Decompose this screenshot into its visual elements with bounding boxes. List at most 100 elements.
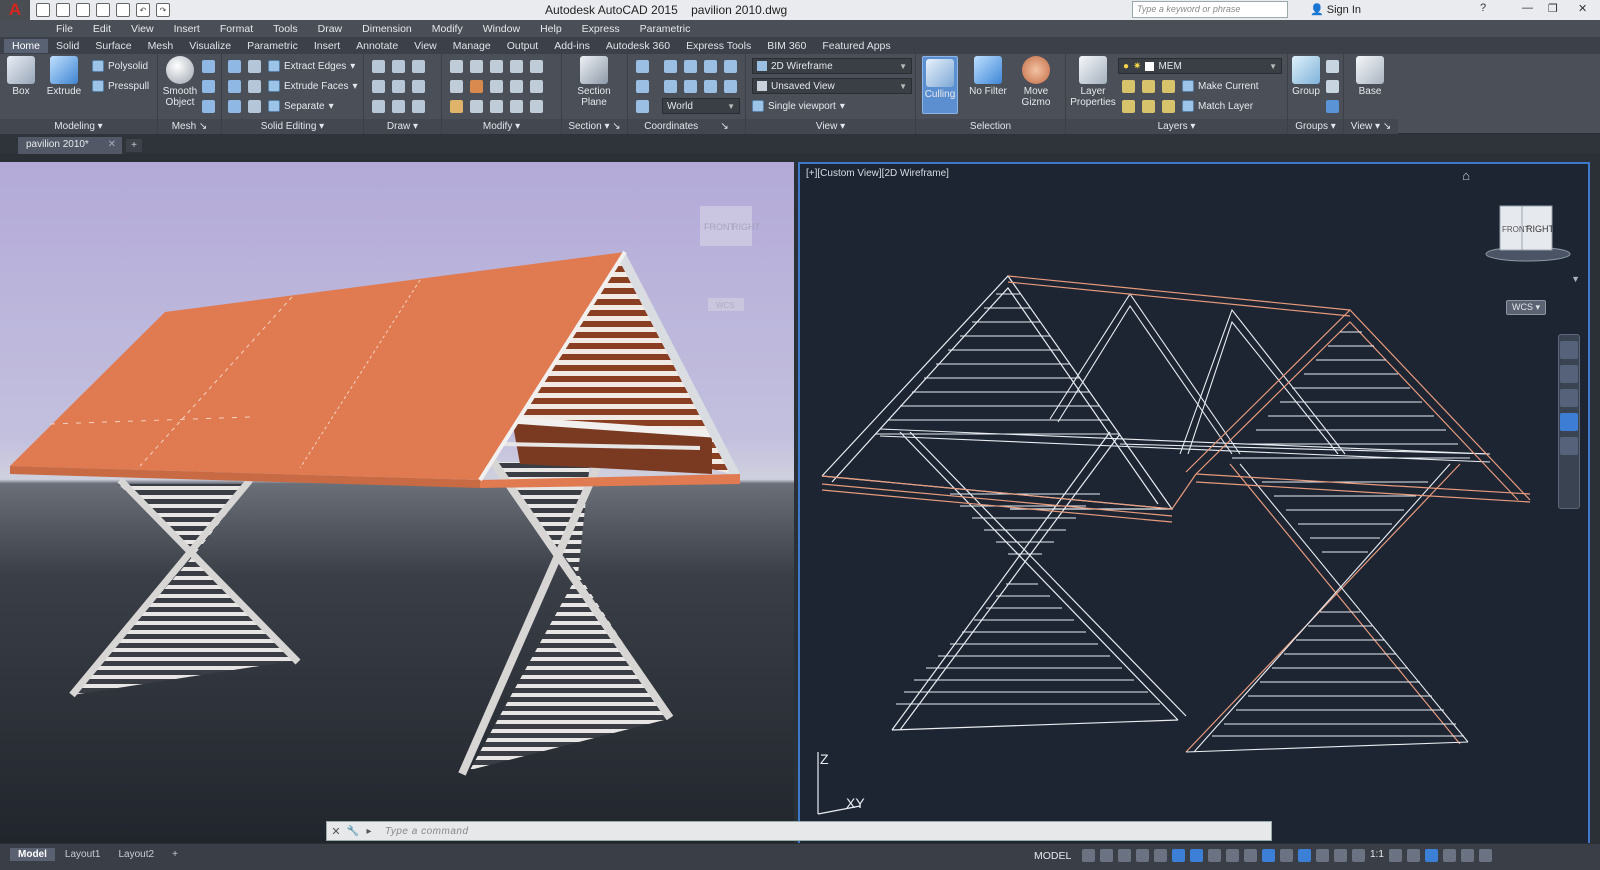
ellipse-icon[interactable] <box>412 100 425 113</box>
orbit-icon[interactable] <box>1560 413 1578 431</box>
tab-add-ins[interactable]: Add-ins <box>546 39 598 53</box>
ucs-x-icon[interactable] <box>664 80 677 93</box>
3d-rotate-icon[interactable] <box>470 80 483 93</box>
panel-title-modify[interactable]: Modify ▾ <box>442 119 561 134</box>
panel-title-section[interactable]: Section ▾ ↘ <box>562 119 627 134</box>
stretch-icon[interactable] <box>490 100 503 113</box>
tab-surface[interactable]: Surface <box>87 39 139 53</box>
panel-title-groups[interactable]: Groups ▾ <box>1288 119 1343 134</box>
transparency-icon[interactable] <box>1226 849 1239 862</box>
dynamic-ucs-icon[interactable] <box>1280 849 1293 862</box>
coordinate-system-select[interactable]: World ▼ <box>662 98 740 114</box>
polar-icon[interactable] <box>1136 849 1149 862</box>
new-icon[interactable] <box>36 3 50 17</box>
make-current-button[interactable]: Make Current <box>1182 80 1259 92</box>
move-icon[interactable] <box>490 60 503 73</box>
auto-scale-icon[interactable] <box>1352 849 1365 862</box>
visual-style-select[interactable]: 2D Wireframe ▼ <box>752 58 912 74</box>
layer-freeze-icon[interactable] <box>1162 80 1175 93</box>
command-input[interactable]: Type a command <box>385 826 469 837</box>
new-tab-button[interactable]: + <box>126 139 142 152</box>
layer-isolate-icon[interactable] <box>1142 80 1155 93</box>
zoom-icon[interactable] <box>1560 389 1578 407</box>
help-icon[interactable]: ? <box>1480 2 1486 14</box>
tab-layout1[interactable]: Layout1 <box>57 848 109 861</box>
close-command-line-icon[interactable]: ✕ <box>327 825 345 838</box>
interfere-icon[interactable] <box>248 80 261 93</box>
restore-icon[interactable]: ❐ <box>1548 2 1558 15</box>
group-edit-icon[interactable] <box>1326 80 1339 93</box>
presspull-button[interactable]: Presspull <box>92 80 149 92</box>
sign-in-button[interactable]: 👤 Sign In <box>1310 3 1361 16</box>
mesh-tool-icon[interactable] <box>202 100 215 113</box>
recent-commands-icon[interactable]: ▸ <box>361 826 377 837</box>
save-as-icon[interactable] <box>96 3 110 17</box>
viewport-left-shaded[interactable]: FRONT RIGHT WCS <box>0 162 794 852</box>
menu-window[interactable]: Window <box>473 23 530 35</box>
steering-wheel-icon[interactable] <box>1560 341 1578 359</box>
scale-icon[interactable] <box>530 80 543 93</box>
array-icon[interactable] <box>530 100 543 113</box>
selection-cycling-icon[interactable] <box>1244 849 1257 862</box>
print-icon[interactable] <box>116 3 130 17</box>
wcs-menu[interactable]: WCS ▾ <box>1506 300 1547 315</box>
object-snap-tracking-icon[interactable] <box>1172 849 1185 862</box>
open-icon[interactable] <box>56 3 70 17</box>
tab-mesh[interactable]: Mesh <box>140 39 182 53</box>
group-button[interactable]: Group <box>1290 56 1322 97</box>
ucs-origin-icon[interactable] <box>704 60 717 73</box>
grid-icon[interactable] <box>1082 849 1095 862</box>
autocad-logo-icon[interactable]: A <box>0 0 30 20</box>
ucs-named-icon[interactable] <box>636 80 649 93</box>
chevron-down-icon[interactable]: ▼ <box>1571 274 1580 284</box>
menu-view[interactable]: View <box>121 23 164 35</box>
thicken-icon[interactable] <box>248 100 261 113</box>
box-button[interactable]: Box <box>6 56 36 97</box>
circle-icon[interactable] <box>412 80 425 93</box>
ucs-y-icon[interactable] <box>684 80 697 93</box>
tab-featured-apps[interactable]: Featured Apps <box>814 39 898 53</box>
layer-off-icon[interactable] <box>1122 80 1135 93</box>
customize-icon[interactable]: 🔧 <box>345 826 361 837</box>
subtract-icon[interactable] <box>228 80 241 93</box>
ungroup-icon[interactable] <box>1326 60 1339 73</box>
align-icon[interactable] <box>530 60 543 73</box>
menu-draw[interactable]: Draw <box>308 23 353 35</box>
panel-title-modeling[interactable]: Modeling ▾ <box>0 119 157 134</box>
gizmo-icon[interactable] <box>1316 849 1329 862</box>
annotation-visibility-icon[interactable] <box>1334 849 1347 862</box>
ucs-world-icon[interactable] <box>684 60 697 73</box>
polyline-icon[interactable] <box>392 60 405 73</box>
3d-object-snap-icon[interactable] <box>1262 849 1275 862</box>
tab-solid[interactable]: Solid <box>48 39 87 53</box>
new-layout-button[interactable]: + <box>164 848 186 861</box>
offset-icon[interactable] <box>510 80 523 93</box>
tab-layout2[interactable]: Layout2 <box>110 848 162 861</box>
menu-tools[interactable]: Tools <box>263 23 308 35</box>
tab-output[interactable]: Output <box>499 39 547 53</box>
panel-title-layers[interactable]: Layers ▾ <box>1066 119 1287 134</box>
menu-help[interactable]: Help <box>530 23 572 35</box>
model-space-toggle[interactable]: MODEL <box>1034 850 1071 862</box>
ucs-face-icon[interactable] <box>636 100 649 113</box>
home-icon[interactable]: ⌂ <box>1462 168 1470 183</box>
arc-icon[interactable] <box>412 60 425 73</box>
named-view-select[interactable]: Unsaved View ▼ <box>752 78 912 94</box>
tab-model[interactable]: Model <box>10 848 55 861</box>
line-icon[interactable] <box>372 60 385 73</box>
section-plane-button[interactable]: Section Plane <box>572 56 616 108</box>
tab-visualize[interactable]: Visualize <box>181 39 239 53</box>
intersect-icon[interactable] <box>228 100 241 113</box>
construction-line-icon[interactable] <box>392 80 405 93</box>
ortho-icon[interactable] <box>1118 849 1131 862</box>
mesh-tool-icon[interactable] <box>202 60 215 73</box>
tab-home[interactable]: Home <box>4 38 49 53</box>
viewport-config-button[interactable]: Single viewport ▾ <box>752 100 845 112</box>
showmotion-icon[interactable] <box>1560 437 1578 455</box>
panel-title-draw[interactable]: Draw ▾ <box>364 119 441 134</box>
tab-insert[interactable]: Insert <box>306 39 348 53</box>
smooth-object-button[interactable]: Smooth Object <box>162 56 198 108</box>
separate-button[interactable]: Separate ▾ <box>268 100 334 112</box>
document-tab[interactable]: pavilion 2010* ✕ <box>18 137 122 154</box>
fillet-icon[interactable] <box>450 80 463 93</box>
